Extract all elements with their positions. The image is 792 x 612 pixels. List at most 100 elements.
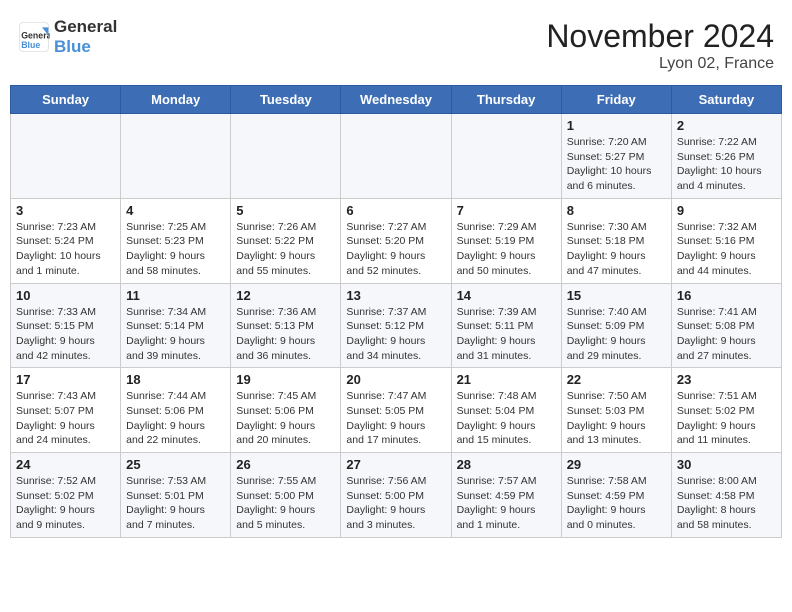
day-number: 10 — [16, 288, 115, 303]
calendar-table: SundayMondayTuesdayWednesdayThursdayFrid… — [10, 85, 782, 538]
calendar-cell: 10 Sunrise: 7:33 AM Sunset: 5:15 PM Dayli… — [11, 283, 121, 368]
calendar-cell: 4 Sunrise: 7:25 AM Sunset: 5:23 PM Daylig… — [121, 198, 231, 283]
calendar-cell — [11, 114, 121, 199]
day-info: Sunrise: 7:47 AM Sunset: 5:05 PM Dayligh… — [346, 389, 445, 448]
day-info: Sunrise: 7:25 AM Sunset: 5:23 PM Dayligh… — [126, 220, 225, 279]
calendar-cell: 7 Sunrise: 7:29 AM Sunset: 5:19 PM Daylig… — [451, 198, 561, 283]
week-row-0: 1 Sunrise: 7:20 AM Sunset: 5:27 PM Daylig… — [11, 114, 782, 199]
day-number: 11 — [126, 288, 225, 303]
calendar-cell: 8 Sunrise: 7:30 AM Sunset: 5:18 PM Daylig… — [561, 198, 671, 283]
week-row-1: 3Sunrise: 7:23 AM Sunset: 5:24 PM Daylig… — [11, 198, 782, 283]
day-info: Sunrise: 7:27 AM Sunset: 5:20 PM Dayligh… — [346, 220, 445, 279]
day-info: Sunrise: 7:55 AM Sunset: 5:00 PM Dayligh… — [236, 474, 335, 533]
day-info: Sunrise: 7:58 AM Sunset: 4:59 PM Dayligh… — [567, 474, 666, 533]
day-number: 1 — [567, 118, 666, 133]
day-number: 30 — [677, 457, 776, 472]
day-info: Sunrise: 7:41 AM Sunset: 5:08 PM Dayligh… — [677, 305, 776, 364]
svg-text:Blue: Blue — [21, 41, 40, 51]
week-row-4: 24Sunrise: 7:52 AM Sunset: 5:02 PM Dayli… — [11, 453, 782, 538]
day-info: Sunrise: 7:48 AM Sunset: 5:04 PM Dayligh… — [457, 389, 556, 448]
calendar-cell: 26 Sunrise: 7:55 AM Sunset: 5:00 PM Dayli… — [231, 453, 341, 538]
day-number: 3 — [16, 203, 115, 218]
day-info: Sunrise: 7:30 AM Sunset: 5:18 PM Dayligh… — [567, 220, 666, 279]
day-number: 27 — [346, 457, 445, 472]
day-info: Sunrise: 7:26 AM Sunset: 5:22 PM Dayligh… — [236, 220, 335, 279]
logo-general-text: General — [54, 18, 117, 37]
day-number: 16 — [677, 288, 776, 303]
calendar-cell: 3Sunrise: 7:23 AM Sunset: 5:24 PM Daylig… — [11, 198, 121, 283]
calendar-cell: 5Sunrise: 7:26 AM Sunset: 5:22 PM Daylig… — [231, 198, 341, 283]
logo-icon: General Blue — [18, 21, 50, 53]
day-number: 25 — [126, 457, 225, 472]
day-info: Sunrise: 7:53 AM Sunset: 5:01 PM Dayligh… — [126, 474, 225, 533]
day-number: 23 — [677, 372, 776, 387]
day-number: 12 — [236, 288, 335, 303]
day-info: Sunrise: 7:44 AM Sunset: 5:06 PM Dayligh… — [126, 389, 225, 448]
calendar-cell: 11 Sunrise: 7:34 AM Sunset: 5:14 PM Dayli… — [121, 283, 231, 368]
calendar-cell: 6 Sunrise: 7:27 AM Sunset: 5:20 PM Daylig… — [341, 198, 451, 283]
calendar-cell: 15Sunrise: 7:40 AM Sunset: 5:09 PM Dayli… — [561, 283, 671, 368]
calendar-cell: 25 Sunrise: 7:53 AM Sunset: 5:01 PM Dayli… — [121, 453, 231, 538]
calendar-cell: 30 Sunrise: 8:00 AM Sunset: 4:58 PM Dayli… — [671, 453, 781, 538]
day-info: Sunrise: 7:29 AM Sunset: 5:19 PM Dayligh… — [457, 220, 556, 279]
weekday-header-tuesday: Tuesday — [231, 86, 341, 114]
calendar-cell: 1 Sunrise: 7:20 AM Sunset: 5:27 PM Daylig… — [561, 114, 671, 199]
weekday-header-friday: Friday — [561, 86, 671, 114]
calendar-cell: 27Sunrise: 7:56 AM Sunset: 5:00 PM Dayli… — [341, 453, 451, 538]
day-number: 8 — [567, 203, 666, 218]
weekday-header-wednesday: Wednesday — [341, 86, 451, 114]
calendar-cell: 9 Sunrise: 7:32 AM Sunset: 5:16 PM Daylig… — [671, 198, 781, 283]
calendar-cell: 29 Sunrise: 7:58 AM Sunset: 4:59 PM Dayli… — [561, 453, 671, 538]
day-number: 18 — [126, 372, 225, 387]
day-info: Sunrise: 7:32 AM Sunset: 5:16 PM Dayligh… — [677, 220, 776, 279]
day-number: 20 — [346, 372, 445, 387]
calendar-cell — [231, 114, 341, 199]
day-info: Sunrise: 7:20 AM Sunset: 5:27 PM Dayligh… — [567, 135, 666, 194]
weekday-header-sunday: Sunday — [11, 86, 121, 114]
day-number: 9 — [677, 203, 776, 218]
day-number: 28 — [457, 457, 556, 472]
day-info: Sunrise: 7:33 AM Sunset: 5:15 PM Dayligh… — [16, 305, 115, 364]
weekday-header-saturday: Saturday — [671, 86, 781, 114]
calendar-cell — [121, 114, 231, 199]
page-header: General Blue General Blue November 2024 … — [10, 10, 782, 77]
day-info: Sunrise: 7:45 AM Sunset: 5:06 PM Dayligh… — [236, 389, 335, 448]
day-info: Sunrise: 7:51 AM Sunset: 5:02 PM Dayligh… — [677, 389, 776, 448]
calendar-cell: 2Sunrise: 7:22 AM Sunset: 5:26 PM Daylig… — [671, 114, 781, 199]
calendar-cell: 17Sunrise: 7:43 AM Sunset: 5:07 PM Dayli… — [11, 368, 121, 453]
calendar-cell — [451, 114, 561, 199]
calendar-cell: 13Sunrise: 7:37 AM Sunset: 5:12 PM Dayli… — [341, 283, 451, 368]
calendar-cell: 28Sunrise: 7:57 AM Sunset: 4:59 PM Dayli… — [451, 453, 561, 538]
title-area: November 2024 Lyon 02, France — [546, 18, 774, 73]
svg-text:General: General — [21, 31, 50, 41]
location: Lyon 02, France — [546, 55, 774, 73]
calendar-cell: 22Sunrise: 7:50 AM Sunset: 5:03 PM Dayli… — [561, 368, 671, 453]
day-number: 29 — [567, 457, 666, 472]
day-number: 26 — [236, 457, 335, 472]
calendar-cell: 18 Sunrise: 7:44 AM Sunset: 5:06 PM Dayli… — [121, 368, 231, 453]
day-number: 19 — [236, 372, 335, 387]
day-info: Sunrise: 8:00 AM Sunset: 4:58 PM Dayligh… — [677, 474, 776, 533]
calendar-cell: 23 Sunrise: 7:51 AM Sunset: 5:02 PM Dayli… — [671, 368, 781, 453]
day-number: 13 — [346, 288, 445, 303]
day-number: 14 — [457, 288, 556, 303]
calendar-cell: 24Sunrise: 7:52 AM Sunset: 5:02 PM Dayli… — [11, 453, 121, 538]
week-row-3: 17Sunrise: 7:43 AM Sunset: 5:07 PM Dayli… — [11, 368, 782, 453]
month-title: November 2024 — [546, 18, 774, 55]
day-number: 17 — [16, 372, 115, 387]
calendar-cell: 14 Sunrise: 7:39 AM Sunset: 5:11 PM Dayli… — [451, 283, 561, 368]
logo-blue-text: Blue — [54, 37, 117, 57]
calendar-cell: 12 Sunrise: 7:36 AM Sunset: 5:13 PM Dayli… — [231, 283, 341, 368]
calendar-cell: 16 Sunrise: 7:41 AM Sunset: 5:08 PM Dayli… — [671, 283, 781, 368]
calendar-cell: 21Sunrise: 7:48 AM Sunset: 5:04 PM Dayli… — [451, 368, 561, 453]
day-info: Sunrise: 7:50 AM Sunset: 5:03 PM Dayligh… — [567, 389, 666, 448]
day-info: Sunrise: 7:36 AM Sunset: 5:13 PM Dayligh… — [236, 305, 335, 364]
day-info: Sunrise: 7:34 AM Sunset: 5:14 PM Dayligh… — [126, 305, 225, 364]
day-number: 6 — [346, 203, 445, 218]
day-number: 4 — [126, 203, 225, 218]
calendar-cell — [341, 114, 451, 199]
day-number: 7 — [457, 203, 556, 218]
calendar-cell: 20 Sunrise: 7:47 AM Sunset: 5:05 PM Dayli… — [341, 368, 451, 453]
day-info: Sunrise: 7:39 AM Sunset: 5:11 PM Dayligh… — [457, 305, 556, 364]
day-number: 24 — [16, 457, 115, 472]
